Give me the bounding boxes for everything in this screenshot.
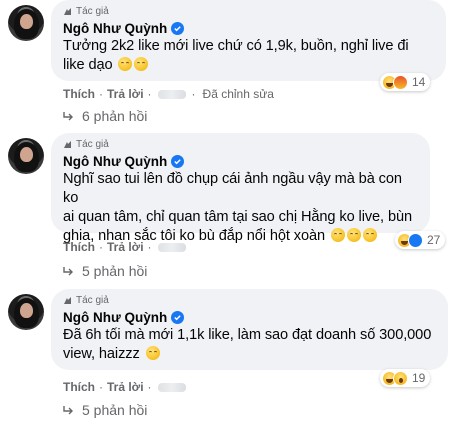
comment-bubble: Tác giả Ngô Như Quỳnh Nghĩ sao tui lên đ… xyxy=(51,133,430,244)
author-name[interactable]: Ngô Như Quỳnh xyxy=(63,308,436,326)
avatar[interactable] xyxy=(8,294,44,330)
comment: Tác giả Ngô Như Quỳnh Nghĩ sao tui lên đ… xyxy=(0,133,458,283)
pensive-emoji-icon xyxy=(134,57,149,71)
reply-arrow-icon xyxy=(63,267,73,276)
pensive-emoji-icon xyxy=(118,57,133,71)
pensive-emoji-icon xyxy=(331,228,345,242)
verified-badge-icon xyxy=(171,154,185,168)
verified-badge-icon xyxy=(171,21,185,35)
wow-icon xyxy=(393,370,408,386)
reply-arrow-icon xyxy=(63,112,73,121)
comment: Tác giả Ngô Như Quỳnh Đã 6h tối mà mới 1… xyxy=(0,289,458,425)
like-icon xyxy=(408,232,423,248)
edited-label[interactable]: Đã chỉnh sửa xyxy=(203,87,274,101)
like-link[interactable]: Thích xyxy=(63,87,95,101)
view-replies-link[interactable]: 5 phản hồi xyxy=(62,402,147,418)
view-replies-link[interactable]: 5 phản hồi xyxy=(62,263,147,279)
timestamp-blurred xyxy=(157,242,186,252)
comment-actions: Thích · Trả lời · xyxy=(63,240,188,254)
avatar[interactable] xyxy=(8,138,44,174)
comment-text: Tưởng 2k2 like mới live chứ có 1,9k, buồ… xyxy=(63,38,409,73)
author-name[interactable]: Ngô Như Quỳnh xyxy=(63,19,434,37)
reaction-count: 27 xyxy=(427,233,441,247)
reply-link[interactable]: Trả lời xyxy=(107,240,144,254)
comment-text: Đã 6h tối mà mới 1,1k like, làm sao đạt … xyxy=(63,327,432,362)
author-icon xyxy=(64,7,71,15)
angry-icon xyxy=(393,74,408,90)
like-link[interactable]: Thích xyxy=(63,240,95,254)
author-tag: Tác giả xyxy=(63,294,436,307)
author-name[interactable]: Ngô Như Quỳnh xyxy=(63,152,418,170)
pensive-emoji-icon xyxy=(347,228,361,242)
comment-bubble: Tác giả Ngô Như Quỳnh Tưởng 2k2 like mới… xyxy=(51,0,446,81)
author-tag: Tác giả xyxy=(63,5,434,18)
comment-bubble: Tác giả Ngô Như Quỳnh Đã 6h tối mà mới 1… xyxy=(51,289,448,370)
avatar[interactable] xyxy=(8,5,44,41)
author-icon xyxy=(64,140,71,148)
comment: Tác giả Ngô Như Quỳnh Tưởng 2k2 like mới… xyxy=(0,0,458,130)
timestamp-blurred xyxy=(157,382,186,392)
author-icon xyxy=(64,296,71,304)
reaction-count: 14 xyxy=(412,75,426,89)
reply-arrow-icon xyxy=(63,406,73,415)
reaction-count: 19 xyxy=(412,371,426,385)
view-replies-link[interactable]: 6 phản hồi xyxy=(62,108,147,124)
reply-link[interactable]: Trả lời xyxy=(107,87,144,101)
comment-actions: Thích · Trả lời · · Đã chỉnh sửa xyxy=(63,87,274,101)
reaction-summary[interactable]: 19 xyxy=(380,369,431,387)
author-tag: Tác giả xyxy=(63,138,418,151)
like-link[interactable]: Thích xyxy=(63,380,95,394)
reply-link[interactable]: Trả lời xyxy=(107,380,144,394)
comment-actions: Thích · Trả lời · xyxy=(63,380,188,394)
pensive-emoji-icon xyxy=(363,228,377,242)
verified-badge-icon xyxy=(171,310,185,324)
comment-text: Nghĩ sao tui lên đồ chụp cái ảnh ngầu vậ… xyxy=(63,171,413,244)
reaction-summary[interactable]: 14 xyxy=(380,73,431,91)
pensive-emoji-icon xyxy=(145,346,160,360)
reaction-summary[interactable]: 27 xyxy=(395,231,446,249)
timestamp-blurred xyxy=(157,89,186,99)
